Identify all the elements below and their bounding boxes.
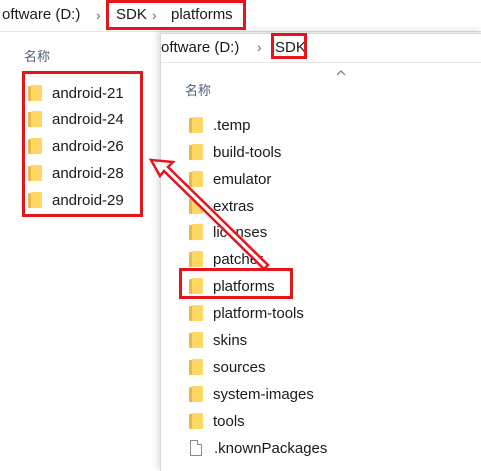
list-item[interactable]: patcher [189, 246, 263, 272]
name-column-header[interactable]: 名称 [24, 46, 50, 65]
item-label: tools [213, 412, 245, 430]
chevron-up-icon[interactable] [336, 70, 346, 76]
folder-icon [189, 117, 203, 133]
item-label: platform-tools [213, 304, 304, 322]
list-item[interactable]: .temp [189, 112, 251, 138]
chevron-right-icon: › [257, 39, 262, 55]
folder-icon [28, 111, 42, 127]
file-icon [190, 440, 202, 456]
folder-icon [28, 192, 42, 208]
list-item[interactable]: sources [189, 354, 266, 380]
item-label: platforms [213, 277, 275, 295]
breadcrumb-sdk[interactable]: SDK [116, 6, 147, 23]
folder-icon [189, 332, 203, 348]
chevron-right-icon: › [152, 7, 157, 23]
chevron-right-icon: › [96, 7, 101, 23]
item-label: android-21 [52, 84, 124, 102]
item-label: build-tools [213, 143, 282, 161]
list-item[interactable]: android-29 [28, 187, 124, 213]
folder-icon [189, 278, 203, 294]
item-label: patcher [213, 250, 264, 268]
item-label: android-28 [52, 164, 124, 182]
item-label: licenses [213, 223, 268, 241]
list-item[interactable]: android-28 [28, 160, 124, 186]
list-item[interactable]: .knownPackages [190, 435, 327, 461]
item-label: android-29 [52, 191, 124, 209]
list-item[interactable]: android-21 [28, 80, 124, 106]
breadcrumb-platforms[interactable]: platforms [171, 6, 233, 23]
folder-icon [28, 85, 42, 101]
item-label: android-24 [52, 110, 124, 128]
front-explorer-window: oftware (D:) › SDK 名称 .temp build-tools … [160, 33, 481, 471]
folder-icon [189, 171, 203, 187]
item-label: .knownPackages [214, 439, 328, 457]
list-item[interactable]: android-24 [28, 106, 124, 132]
list-item[interactable]: platform-tools [189, 300, 304, 326]
name-column-header[interactable]: 名称 [185, 80, 211, 99]
item-label: .temp [213, 116, 251, 134]
folder-icon [189, 305, 203, 321]
folder-icon [189, 386, 203, 402]
list-item[interactable]: system-images [189, 381, 314, 407]
list-item[interactable]: emulator [189, 166, 271, 192]
list-item[interactable]: extras [189, 193, 254, 219]
list-item-platforms[interactable]: platforms [189, 273, 275, 299]
item-label: system-images [213, 385, 314, 403]
folder-icon [189, 359, 203, 375]
breadcrumb-drive[interactable]: oftware (D:) [2, 6, 80, 23]
front-address-bar[interactable]: oftware (D:) › SDK [161, 34, 481, 63]
list-item[interactable]: skins [189, 327, 247, 353]
folder-icon [189, 144, 203, 160]
list-item[interactable]: licenses [189, 219, 267, 245]
folder-icon [28, 165, 42, 181]
list-item[interactable]: tools [189, 408, 245, 434]
folder-icon [189, 198, 203, 214]
item-label: extras [213, 197, 254, 215]
item-label: android-26 [52, 137, 124, 155]
list-item[interactable]: build-tools [189, 139, 281, 165]
back-address-bar[interactable]: oftware (D:) › SDK › platforms [0, 0, 481, 32]
item-label: sources [213, 358, 266, 376]
folder-icon [189, 413, 203, 429]
breadcrumb-sdk[interactable]: SDK [275, 39, 306, 56]
item-label: skins [213, 331, 248, 349]
breadcrumb-drive[interactable]: oftware (D:) [161, 39, 239, 56]
list-item[interactable]: android-26 [28, 133, 124, 159]
item-label: emulator [213, 170, 272, 188]
folder-icon [189, 224, 203, 240]
folder-icon [28, 138, 42, 154]
folder-icon [189, 251, 203, 267]
